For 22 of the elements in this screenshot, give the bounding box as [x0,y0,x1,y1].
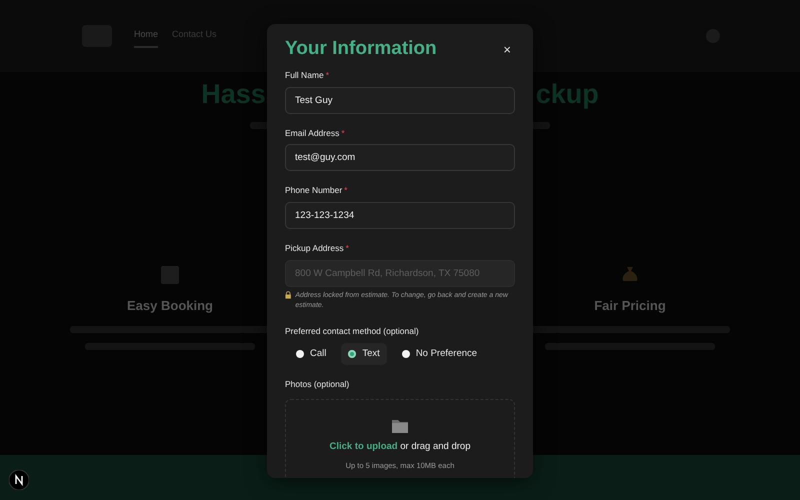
field-label: Email Address * [285,126,346,140]
close-button[interactable]: × [499,42,515,56]
radio-option[interactable]: Text [341,342,387,366]
field-label: Photos (optional) [285,378,350,391]
upload-link[interactable]: Click to upload [330,440,398,452]
lock-icon [285,290,292,299]
text-field[interactable]: Test Guy [285,86,515,114]
next-icon[interactable] [9,470,29,490]
modal-title: Your Information [285,38,437,61]
feature-title: Easy Booking [127,297,213,316]
text-field[interactable]: test@guy.com [285,144,515,172]
folder-icon [391,418,409,434]
field-label: Phone Number * [285,184,348,198]
radio-option[interactable]: No Preference [394,342,484,366]
field-label: Pickup Address * [285,242,350,255]
field-label: Full Name * [285,68,330,82]
upload-text: Click to upload or drag and drop [330,440,470,454]
radio-option[interactable]: Call [289,342,334,366]
field-label: Preferred contact method (optional) [285,325,420,338]
feature-title: Fair Pricing [594,297,666,316]
calendar-icon [159,264,181,286]
text-field[interactable]: 123-123-1234 [285,202,515,230]
